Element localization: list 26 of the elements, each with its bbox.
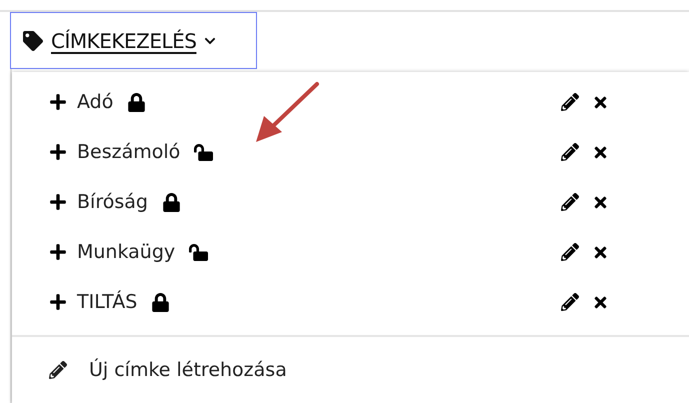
close-icon[interactable] bbox=[592, 194, 609, 210]
plus-icon[interactable] bbox=[49, 293, 67, 311]
tag-name[interactable]: Bíróság bbox=[77, 191, 148, 213]
plus-icon[interactable] bbox=[49, 143, 67, 161]
create-tag-label: Új címke létrehozása bbox=[89, 359, 287, 381]
tag-name[interactable]: Beszámoló bbox=[77, 141, 180, 163]
close-icon[interactable] bbox=[592, 244, 609, 260]
plus-icon[interactable] bbox=[49, 193, 67, 211]
edit-icon[interactable] bbox=[561, 143, 579, 161]
pencil-icon bbox=[49, 361, 67, 379]
create-tag-item[interactable]: Új címke létrehozása bbox=[12, 337, 689, 403]
close-icon[interactable] bbox=[592, 94, 609, 110]
tag-name[interactable]: Adó bbox=[77, 91, 114, 113]
edit-icon[interactable] bbox=[561, 293, 579, 311]
close-icon[interactable] bbox=[592, 144, 609, 160]
tag-name[interactable]: TILTÁS bbox=[77, 291, 138, 313]
arrow bbox=[256, 82, 319, 142]
edit-icon[interactable] bbox=[561, 93, 579, 111]
edit-icon[interactable] bbox=[561, 243, 579, 261]
plus-icon[interactable] bbox=[49, 243, 67, 261]
edit-icon[interactable] bbox=[561, 193, 579, 211]
close-icon[interactable] bbox=[592, 294, 609, 310]
tag-management-button[interactable]: CÍMKEKEZELÉS bbox=[10, 12, 257, 69]
tag-icon bbox=[23, 30, 43, 50]
tag-name[interactable]: Munkaügy bbox=[77, 241, 176, 263]
plus-icon[interactable] bbox=[49, 93, 67, 111]
